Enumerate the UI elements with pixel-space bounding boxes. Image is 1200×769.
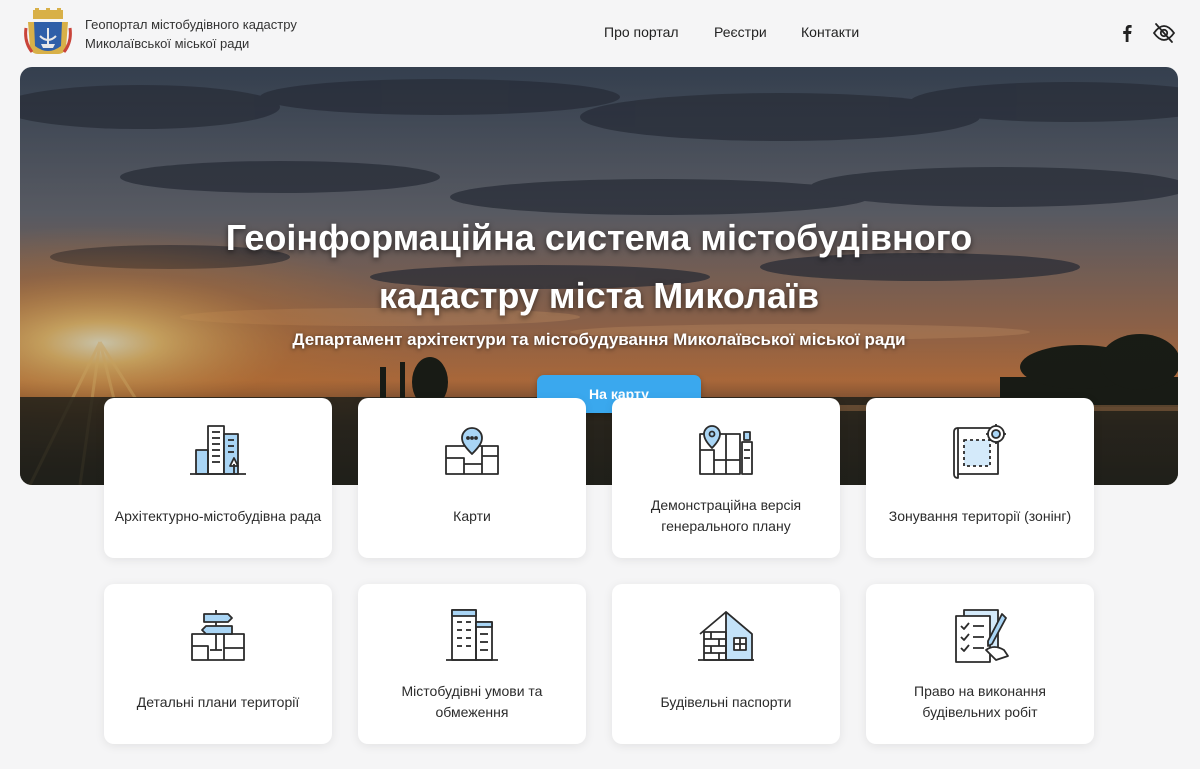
main-nav: Про портал Реєстри Контакти — [0, 24, 1200, 44]
card-maps[interactable]: Карти — [358, 398, 586, 558]
card-label: Карти — [453, 507, 491, 524]
card-label: Будівельні паспорти — [660, 693, 792, 710]
card-label: Право на виконання будівельних робіт — [914, 683, 1046, 720]
card-label: Архітектурно-містобудівна рада — [114, 507, 322, 524]
hero-title-line2: кадастру міста Миколаїв — [378, 275, 820, 316]
signpost-map-icon — [191, 610, 245, 661]
zoning-blueprint-icon — [953, 424, 1006, 479]
card-label: Демонстраційна версія генерального плану — [650, 497, 802, 534]
nav-contacts[interactable]: Контакти — [801, 24, 859, 40]
city-buildings-icon — [190, 425, 246, 475]
card-master-plan-demo[interactable]: Демонстраційна версія генерального плану — [612, 398, 840, 558]
card-label: Містобудівні умови та обмеження — [401, 683, 543, 720]
header: Геопортал містобудівного кадастру Микола… — [0, 0, 1200, 66]
hero-subtitle: Департамент архітектури та містобудуванн… — [292, 330, 906, 349]
card-zoning[interactable]: Зонування території (зонінг) — [866, 398, 1094, 558]
facebook-icon[interactable] — [1115, 21, 1139, 45]
card-urban-conditions[interactable]: Містобудівні умови та обмеження — [358, 584, 586, 744]
card-building-passports[interactable]: Будівельні паспорти — [612, 584, 840, 744]
master-plan-icon — [699, 425, 753, 475]
skyscrapers-icon — [446, 609, 498, 661]
card-label: Зонування території (зонінг) — [888, 507, 1072, 524]
nav-about[interactable]: Про портал — [604, 24, 679, 40]
checklist-document-icon — [955, 609, 1009, 663]
map-pin-icon — [445, 427, 499, 475]
card-construction-rights[interactable]: Право на виконання будівельних робіт — [866, 584, 1094, 744]
nav-registries[interactable]: Реєстри — [714, 24, 767, 40]
hero-title: Геоінформаційна система містобудівного к… — [20, 209, 1178, 325]
house-construction-icon — [698, 611, 754, 661]
visibility-off-icon[interactable] — [1152, 21, 1176, 45]
hero-title-line1: Геоінформаційна система містобудівного — [225, 217, 973, 258]
card-architecture-council[interactable]: Архітектурно-містобудівна рада — [104, 398, 332, 558]
card-label: Детальні плани території — [136, 693, 300, 710]
card-detailed-plans[interactable]: Детальні плани території — [104, 584, 332, 744]
